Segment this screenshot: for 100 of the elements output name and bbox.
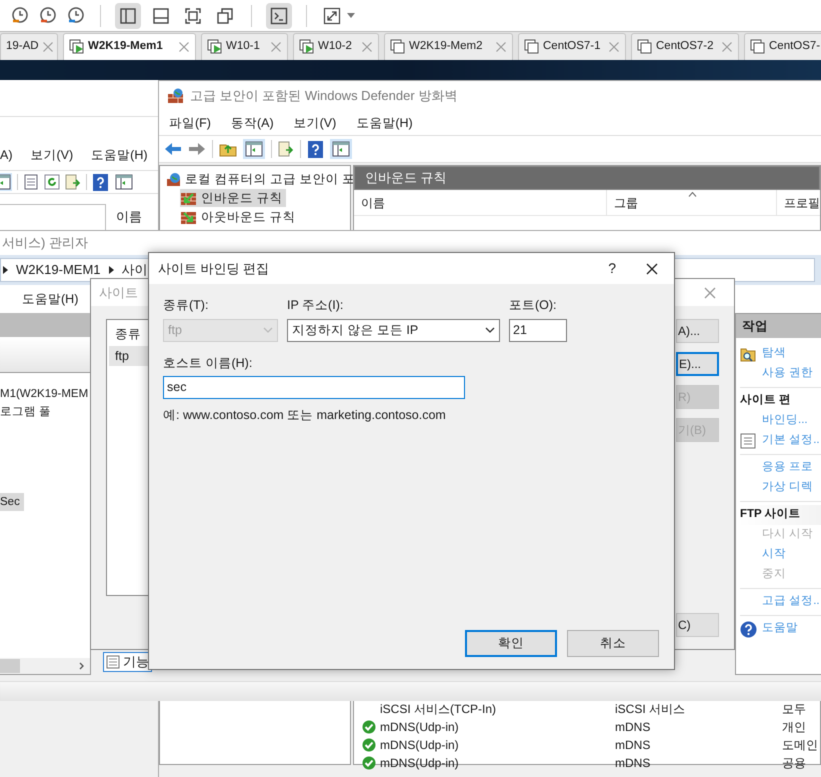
menu-item[interactable]: 도움말(H) <box>91 146 148 165</box>
tree-item[interactable]: 아웃바운드 규칙 <box>180 208 300 226</box>
chevron-icon[interactable] <box>1 265 10 275</box>
scroll-right-icon[interactable] <box>79 662 85 670</box>
menu-item[interactable]: 파일(F) <box>169 114 211 132</box>
list-row[interactable]: ftp <box>109 346 149 366</box>
field-label: IP 주소(I): <box>287 297 344 314</box>
menu-item[interactable]: 보기(V) <box>30 146 74 165</box>
host-name-field[interactable]: sec <box>163 376 465 398</box>
dialog-button[interactable]: C) <box>676 613 719 637</box>
running-vm-icon <box>299 39 315 55</box>
panel-icon[interactable] <box>114 173 134 191</box>
field-label: 포트(O): <box>509 297 558 314</box>
horizontal-scrollbar[interactable] <box>0 658 90 674</box>
manager-clock-icon[interactable] <box>66 6 86 26</box>
vm-tab[interactable]: W10-1 <box>201 33 288 60</box>
dialog-title: 사이트 바인딩 편집 <box>158 260 270 278</box>
menu-item[interactable]: 동작(A) <box>230 114 274 132</box>
chevron-down-icon[interactable] <box>485 327 495 334</box>
vm-tab[interactable]: W10-2 <box>293 33 379 60</box>
view-tab[interactable]: 기능 <box>103 652 152 672</box>
tree-item[interactable]: 인바운드 규칙 <box>180 189 286 207</box>
running-vm-icon <box>207 39 223 55</box>
running-vm-icon <box>69 39 85 55</box>
vm-tab[interactable]: W2K19-Mem1 <box>63 33 196 60</box>
table-cell-text: mDNS(Udp-in) <box>380 719 459 736</box>
table-cell-text: mDNS(Udp-in) <box>380 755 459 772</box>
menu-item[interactable]: 도움말(H) <box>22 290 78 308</box>
firewall-icon <box>167 88 184 104</box>
ip-dropdown[interactable]: 지정하지 않은 모든 IP <box>287 318 500 342</box>
vm-icon <box>524 39 540 55</box>
revert-clock-icon[interactable] <box>38 6 58 26</box>
outbound-arrow-icon <box>180 210 197 224</box>
dialog-button[interactable]: 취소 <box>567 630 659 657</box>
type-dropdown: ftp <box>163 318 278 342</box>
window-title: 고급 보안이 포함된 Windows Defender 방화벽 <box>190 87 458 106</box>
panel-title: 인바운드 규칙 <box>354 166 820 190</box>
menu-item[interactable]: 도움말(H) <box>356 114 413 132</box>
pane-header: 작업 <box>736 314 821 338</box>
help-icon[interactable] <box>307 140 324 158</box>
column-header[interactable]: 이름 <box>354 190 607 215</box>
features-icon <box>106 655 120 669</box>
section-heading: 사이트 편 <box>740 393 792 408</box>
vm-tab[interactable]: 19-AD <box>0 33 58 60</box>
tree-item[interactable]: 로그램 풀 <box>0 403 52 421</box>
vm-icon <box>637 39 653 55</box>
help-button[interactable]: ? <box>608 258 616 279</box>
menu-item[interactable]: 보기(V) <box>294 114 336 132</box>
dialog-button[interactable]: 확인 <box>465 630 557 657</box>
table-cell-text: iSCSI 서비스 <box>614 701 686 718</box>
section-heading: FTP 사이트 <box>740 507 801 522</box>
breadcrumb-item[interactable]: 사이 <box>122 260 148 280</box>
close-icon[interactable] <box>646 262 658 274</box>
chevron-icon[interactable] <box>106 265 116 275</box>
port-field[interactable]: 21 <box>509 318 567 342</box>
table-cell-text: 공용 <box>781 755 807 772</box>
table-cell-text: iSCSI 서비스(TCP-In) <box>380 701 496 718</box>
chevron-down-icon <box>263 327 273 334</box>
firewall-globe-icon <box>166 172 181 186</box>
export-icon[interactable] <box>65 174 81 190</box>
tree-item[interactable]: Sec <box>0 493 24 511</box>
field-label: 종류(T): <box>163 297 210 314</box>
vm-icon <box>390 39 406 55</box>
inbound-arrow-icon <box>180 190 197 206</box>
table-cell-text: 개인 <box>781 719 807 736</box>
vm-tab[interactable]: CentOS7-2 <box>631 33 739 60</box>
table-cell-text: mDNS(Udp-in) <box>380 737 459 754</box>
sort-caret-icon[interactable] <box>688 192 697 197</box>
properties-icon[interactable] <box>23 174 39 190</box>
tree-item[interactable]: M1(W2K19-MEM <box>0 385 88 403</box>
snapshot-clock-icon[interactable] <box>10 6 30 26</box>
caret-icon[interactable] <box>347 13 355 18</box>
field-label: 호스트 이름(H): <box>163 354 252 372</box>
export-icon[interactable] <box>278 141 294 157</box>
panel-icon[interactable] <box>330 139 352 159</box>
sidebar-layout-icon[interactable] <box>115 2 141 28</box>
column-header[interactable]: 그룹 <box>607 190 777 215</box>
vm-tab[interactable]: W2K19-Mem2 <box>384 33 513 60</box>
dialog-button[interactable]: A)... <box>676 319 719 343</box>
column-header[interactable]: 이름 <box>116 207 142 226</box>
table-cell-text: mDNS <box>614 737 652 754</box>
menu-item[interactable]: A) <box>0 146 12 165</box>
vm-tab[interactable]: CentOS7-1 <box>518 33 626 60</box>
panel-icon[interactable] <box>243 139 265 159</box>
example-text: 예: www.contoso.com 또는 marketing.contoso.com <box>163 406 446 424</box>
table-cell-text: mDNS <box>614 755 652 772</box>
terminal-icon[interactable] <box>266 2 292 28</box>
window-title: 서비스) 관리자 <box>2 234 88 252</box>
forward-arrow-icon[interactable] <box>188 142 206 156</box>
table-cell-text: 모두 <box>781 701 807 718</box>
vm-icon <box>750 39 766 55</box>
back-arrow-icon[interactable] <box>164 142 182 156</box>
table-cell-text: mDNS <box>614 719 652 736</box>
vm-tab[interactable]: CentOS7- <box>744 33 821 60</box>
breadcrumb-item[interactable]: W2K19-MEM1 <box>16 260 101 280</box>
refresh-icon[interactable] <box>44 174 60 190</box>
dialog-button[interactable]: E)... <box>676 352 719 376</box>
tree-item[interactable]: 로컬 컴퓨터의 고급 보안이 포 <box>166 170 355 188</box>
help-icon[interactable] <box>92 174 109 190</box>
column-header[interactable]: 프로필 <box>777 190 820 215</box>
